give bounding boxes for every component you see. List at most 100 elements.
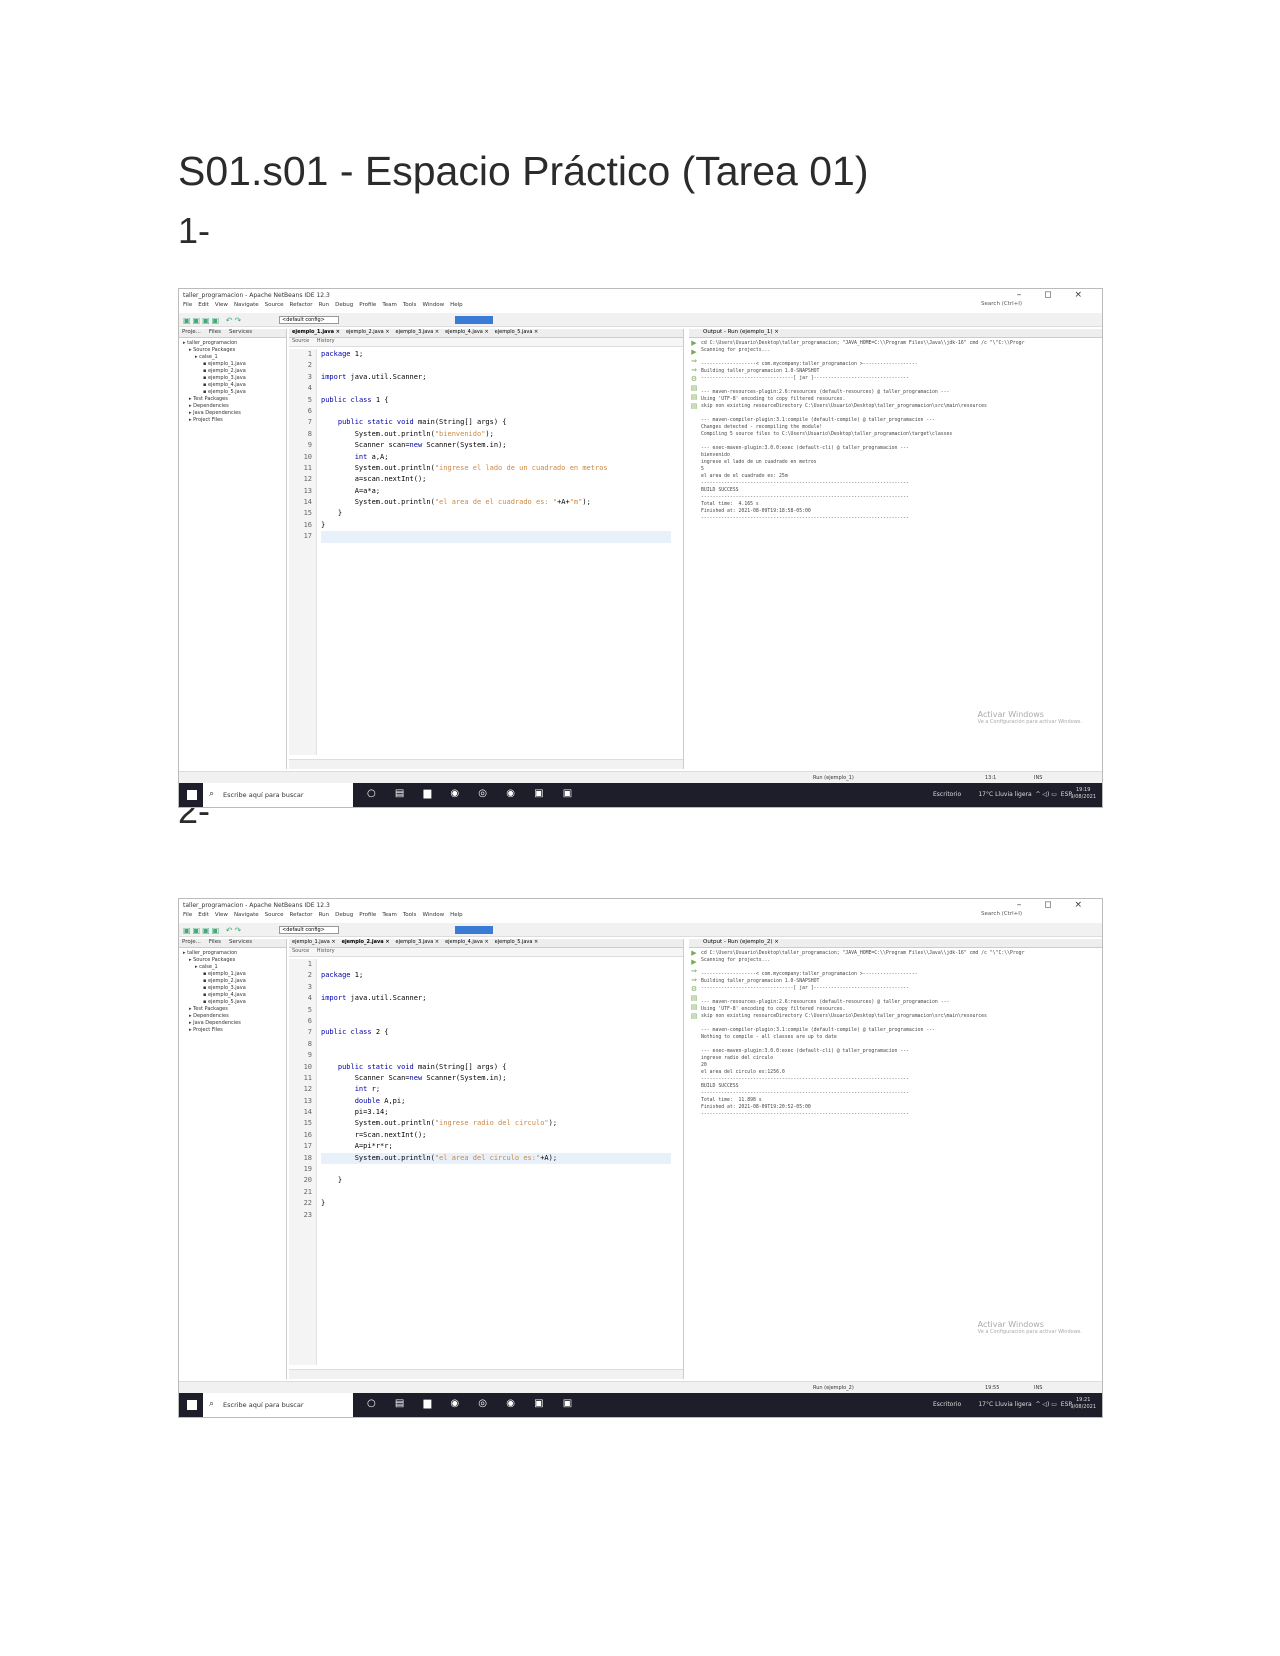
toolbar-icons[interactable]: ▣▣▣▣ ↶↷ (183, 926, 243, 935)
editor-tab[interactable]: ejemplo_5.java × (495, 329, 539, 335)
output-side-icons[interactable]: ▶ ▶ ⇒ ⇒ ⚙ ▤ ▤ ▤ (689, 339, 699, 419)
editor-tab[interactable]: ejemplo_1.java × (292, 939, 336, 945)
source-mode-tab[interactable]: Source (292, 338, 309, 344)
menu-item-profile[interactable]: Profile (359, 302, 376, 308)
config-combo[interactable]: <default config> (279, 926, 339, 934)
editor-tab[interactable]: ejemplo_2.java × (342, 939, 390, 945)
ide-search-input[interactable]: Search (Ctrl+I) (981, 301, 1022, 307)
taskbar-search-input[interactable]: ⌕ Escribe aquí para buscar (203, 783, 353, 807)
tree-node[interactable]: ▪ ejemplo_4.java (183, 992, 282, 999)
menu-item-debug[interactable]: Debug (335, 302, 353, 308)
editor-tab[interactable]: ejemplo_4.java × (445, 939, 489, 945)
editor-tab[interactable]: ejemplo_2.java × (346, 329, 390, 335)
menu-item-run[interactable]: Run (319, 302, 330, 308)
menu-item-tools[interactable]: Tools (403, 912, 417, 918)
tree-node[interactable]: ▸ Dependencies (183, 1013, 282, 1020)
windows-start-icon[interactable] (187, 1400, 197, 1410)
menu-item-file[interactable]: File (183, 302, 192, 308)
taskbar-app-icons[interactable]: ○ ▤ ▆ ◉ ◎ ◉ ▣ ▣ (367, 788, 580, 799)
menu-item-team[interactable]: Team (382, 912, 397, 918)
output-tab[interactable]: Output - Run (ejemplo_2) × (689, 939, 1102, 948)
history-mode-tab[interactable]: History (317, 948, 335, 954)
menu-item-help[interactable]: Help (450, 912, 463, 918)
editor-tab[interactable]: ejemplo_3.java × (396, 329, 440, 335)
tree-node[interactable]: ▸ Source Packages (183, 957, 282, 964)
config-combo[interactable]: <default config> (279, 316, 339, 324)
tree-node[interactable]: ▸ calse_1 (183, 354, 282, 361)
tree-node[interactable]: ▪ ejemplo_3.java (183, 375, 282, 382)
tree-node[interactable]: ▸ Test Packages (183, 396, 282, 403)
project-tab[interactable]: Proje... (182, 939, 201, 945)
ide-search-input[interactable]: Search (Ctrl+I) (981, 911, 1022, 917)
horizontal-scrollbar[interactable] (289, 759, 683, 769)
taskbar-tray[interactable]: Escritorio 17°C Lluvia ligera ^ ◁) ▭ ESP (933, 1401, 1072, 1408)
tree-node[interactable]: ▪ ejemplo_2.java (183, 978, 282, 985)
menu-item-profile[interactable]: Profile (359, 912, 376, 918)
editor-tab[interactable]: ejemplo_5.java × (495, 939, 539, 945)
menu-item-debug[interactable]: Debug (335, 912, 353, 918)
tree-node[interactable]: ▪ ejemplo_5.java (183, 389, 282, 396)
tree-node[interactable]: ▪ ejemplo_5.java (183, 999, 282, 1006)
tree-node[interactable]: ▪ ejemplo_1.java (183, 971, 282, 978)
line-number: 22 (303, 1199, 312, 1208)
toolbar-icons[interactable]: ▣▣▣▣ ↶↷ (183, 316, 243, 325)
tree-node[interactable]: ▸ Java Dependencies (183, 410, 282, 417)
menu-item-edit[interactable]: Edit (198, 302, 209, 308)
editor-tab[interactable]: ejemplo_1.java × (292, 329, 340, 335)
tree-root[interactable]: ▸ taller_programacion (183, 340, 282, 347)
taskbar-tray[interactable]: Escritorio 17°C Lluvia ligera ^ ◁) ▭ ESP (933, 791, 1072, 798)
output-side-icons[interactable]: ▶ ▶ ⇒ ⇒ ⚙ ▤ ▤ ▤ (689, 949, 699, 1029)
menu-item-view[interactable]: View (215, 912, 228, 918)
menu-item-window[interactable]: Window (422, 302, 444, 308)
code-area[interactable]: 1 2 3 4 5 6 7 8 9 10 11 12 13 14 15 16 17 package 1; impo… (289, 349, 683, 755)
taskbar-clock[interactable]: 19:21 9/08/2021 (1070, 1397, 1096, 1411)
editor-tab[interactable]: ejemplo_4.java × (445, 329, 489, 335)
search-icon: ⌕ (209, 789, 215, 799)
taskbar-app-icons[interactable]: ○ ▤ ▆ ◉ ◎ ◉ ▣ ▣ (367, 1398, 580, 1409)
menu-item-tools[interactable]: Tools (403, 302, 417, 308)
window-controls[interactable]: – ◻ × (1017, 290, 1092, 300)
menu-item-help[interactable]: Help (450, 302, 463, 308)
code-area[interactable]: 1 2 3 4 5 6 7 8 9 10 11 12 13 14 15 16 17 18 19 20 21 22 23 pa… (289, 959, 683, 1365)
menu-item-navigate[interactable]: Navigate (234, 912, 259, 918)
horizontal-scrollbar[interactable] (289, 1369, 683, 1379)
taskbar-search-input[interactable]: ⌕ Escribe aquí para buscar (203, 1393, 353, 1417)
window-controls[interactable]: – ◻ × (1017, 900, 1092, 910)
menu-item-navigate[interactable]: Navigate (234, 302, 259, 308)
project-tab[interactable]: Files (209, 939, 221, 945)
tree-node[interactable]: ▸ Java Dependencies (183, 1020, 282, 1027)
tree-node[interactable]: ▪ ejemplo_1.java (183, 361, 282, 368)
project-tab[interactable]: Services (229, 329, 252, 335)
source-mode-tab[interactable]: Source (292, 948, 309, 954)
menu-item-file[interactable]: File (183, 912, 192, 918)
menu-item-team[interactable]: Team (382, 302, 397, 308)
tree-node[interactable]: ▸ Dependencies (183, 403, 282, 410)
line-number: 1 (307, 960, 312, 968)
tree-root[interactable]: ▸ taller_programacion (183, 950, 282, 957)
project-tab[interactable]: Services (229, 939, 252, 945)
menu-item-edit[interactable]: Edit (198, 912, 209, 918)
tree-node[interactable]: ▸ Source Packages (183, 347, 282, 354)
menu-item-source[interactable]: Source (265, 912, 284, 918)
menu-item-run[interactable]: Run (319, 912, 330, 918)
editor-tab[interactable]: ejemplo_3.java × (396, 939, 440, 945)
tree-node[interactable]: ▪ ejemplo_3.java (183, 985, 282, 992)
tree-node[interactable]: ▸ calse_1 (183, 964, 282, 971)
windows-start-icon[interactable] (187, 790, 197, 800)
tree-node[interactable]: ▸ Test Packages (183, 1006, 282, 1013)
menu-item-refactor[interactable]: Refactor (290, 302, 313, 308)
tree-node[interactable]: ▸ Project Files (183, 417, 282, 424)
menu-item-source[interactable]: Source (265, 302, 284, 308)
project-tab[interactable]: Proje... (182, 329, 201, 335)
menu-item-view[interactable]: View (215, 302, 228, 308)
menu-item-window[interactable]: Window (422, 912, 444, 918)
taskbar-clock[interactable]: 19:19 9/08/2021 (1070, 787, 1096, 801)
output-tab[interactable]: Output - Run (ejemplo_1) × (689, 329, 1102, 338)
menu-item-refactor[interactable]: Refactor (290, 912, 313, 918)
tree-node[interactable]: ▪ ejemplo_4.java (183, 382, 282, 389)
tree-node[interactable]: ▪ ejemplo_2.java (183, 368, 282, 375)
history-mode-tab[interactable]: History (317, 338, 335, 344)
tree-node[interactable]: ▸ Project Files (183, 1027, 282, 1034)
project-tab[interactable]: Files (209, 329, 221, 335)
